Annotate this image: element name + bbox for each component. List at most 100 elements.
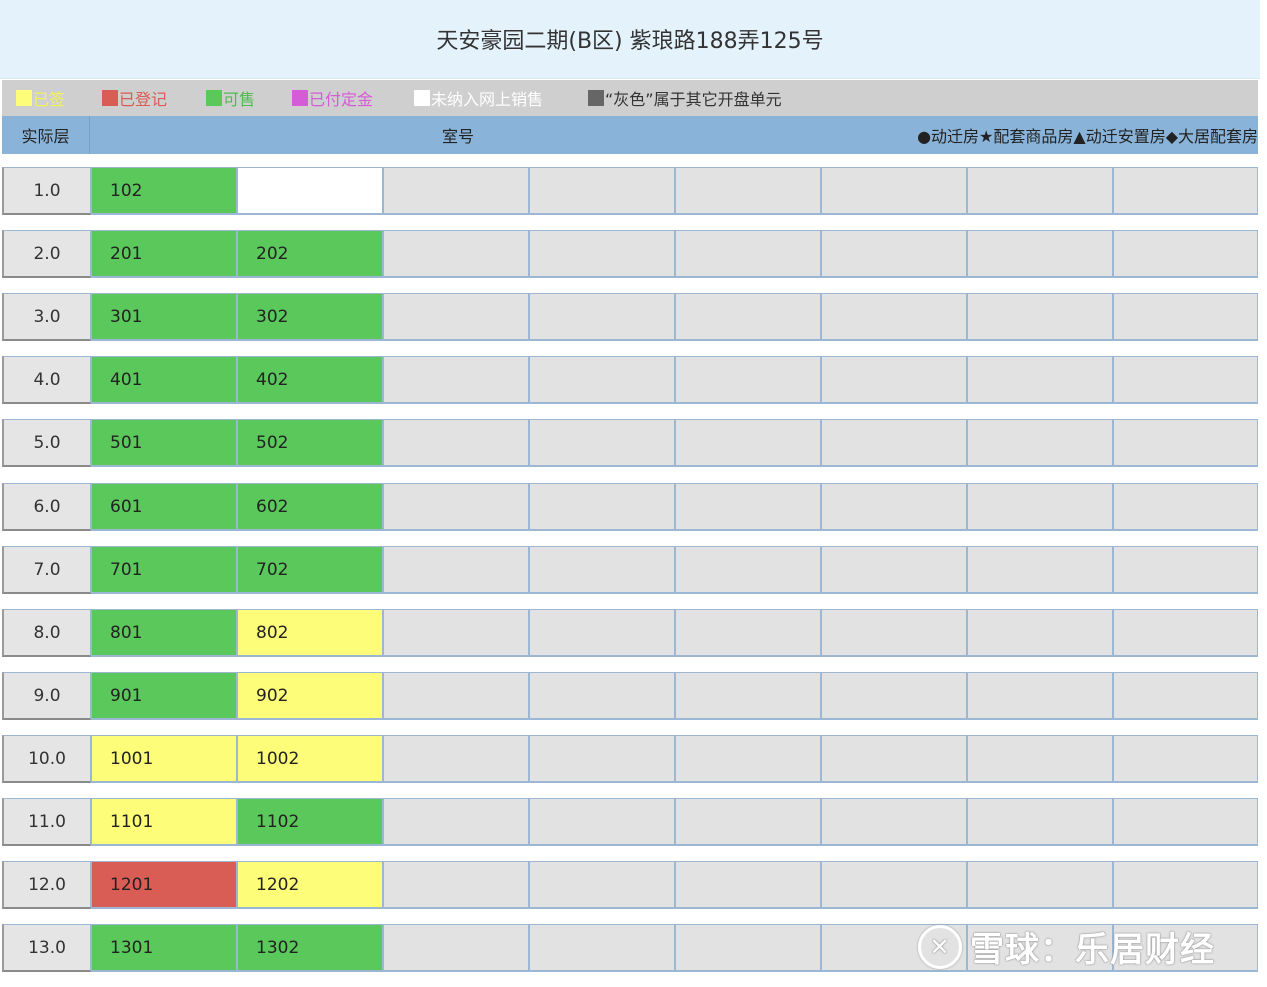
empty-cell xyxy=(1113,735,1258,783)
empty-cell xyxy=(1113,798,1258,846)
empty-cell xyxy=(967,672,1113,720)
empty-cell xyxy=(383,861,529,909)
floor-row: 10.0 1001 1002 xyxy=(2,735,1259,783)
room-cell[interactable]: 202 xyxy=(237,230,383,278)
empty-cell xyxy=(821,419,967,467)
legend-label: 已登记 xyxy=(119,90,168,109)
floor-row: 7.0 701 702 xyxy=(2,546,1259,594)
page-title: 天安豪园二期(B区) 紫琅路188弄125号 xyxy=(0,0,1260,79)
xueqiu-logo-icon: ✕ xyxy=(918,924,962,969)
empty-cell xyxy=(821,735,967,783)
empty-cell xyxy=(383,419,529,467)
room-cell[interactable]: 902 xyxy=(237,672,383,720)
empty-cell xyxy=(383,546,529,594)
room-cell[interactable]: 201 xyxy=(91,230,237,278)
empty-cell xyxy=(821,609,967,657)
empty-cell xyxy=(529,798,675,846)
empty-cell xyxy=(529,167,675,215)
empty-cell xyxy=(383,672,529,720)
room-cell[interactable]: 301 xyxy=(91,293,237,341)
floor-row: 12.0 1201 1202 xyxy=(2,861,1259,909)
empty-cell xyxy=(383,609,529,657)
legend-label: “灰色”属于其它开盘单元 xyxy=(605,90,782,109)
empty-cell xyxy=(967,609,1113,657)
floor-label: 5.0 xyxy=(2,419,91,467)
empty-cell xyxy=(383,230,529,278)
empty-cell xyxy=(675,167,821,215)
empty-cell xyxy=(967,293,1113,341)
floor-row: 11.0 1101 1102 xyxy=(2,798,1259,846)
empty-cell xyxy=(967,798,1113,846)
room-cell[interactable]: 1102 xyxy=(237,798,383,846)
room-cell[interactable]: 701 xyxy=(91,546,237,594)
empty-cell xyxy=(1113,609,1258,657)
empty-cell xyxy=(529,735,675,783)
legend-swatch xyxy=(414,90,430,106)
room-cell[interactable]: 502 xyxy=(237,419,383,467)
empty-cell xyxy=(675,230,821,278)
empty-cell xyxy=(529,609,675,657)
floor-label: 4.0 xyxy=(2,356,91,404)
room-cell[interactable]: 402 xyxy=(237,356,383,404)
room-cell[interactable]: 1201 xyxy=(91,861,237,909)
empty-cell xyxy=(675,798,821,846)
empty-cell xyxy=(1113,167,1258,215)
header-room: 室号 xyxy=(442,127,475,146)
legend-swatch xyxy=(292,90,308,106)
legend-item: 已登记 xyxy=(102,86,167,110)
room-cell[interactable]: 1002 xyxy=(237,735,383,783)
room-cell[interactable]: 1302 xyxy=(237,924,383,972)
empty-cell xyxy=(675,735,821,783)
room-cell[interactable]: 1202 xyxy=(237,861,383,909)
floor-row: 9.0 901 902 xyxy=(2,672,1259,720)
room-cell[interactable]: 802 xyxy=(237,609,383,657)
legend-swatch xyxy=(102,90,118,106)
header-floor: 实际层 xyxy=(2,116,90,154)
empty-cell xyxy=(1113,672,1258,720)
empty-cell xyxy=(821,672,967,720)
room-cell[interactable]: 1101 xyxy=(91,798,237,846)
room-cell[interactable]: 302 xyxy=(237,293,383,341)
empty-cell xyxy=(967,167,1113,215)
empty-cell xyxy=(529,483,675,531)
room-cell[interactable]: 1301 xyxy=(91,924,237,972)
room-cell[interactable]: 702 xyxy=(237,546,383,594)
room-cell[interactable]: 501 xyxy=(91,419,237,467)
legend-item: 已付定金 xyxy=(292,86,373,110)
empty-cell xyxy=(529,293,675,341)
room-cell[interactable]: 1001 xyxy=(91,735,237,783)
empty-cell xyxy=(529,356,675,404)
room-cell[interactable]: 801 xyxy=(91,609,237,657)
empty-cell xyxy=(967,356,1113,404)
floor-row: 6.0 601 602 xyxy=(2,483,1259,531)
empty-cell xyxy=(675,293,821,341)
empty-cell xyxy=(1113,419,1258,467)
empty-cell xyxy=(821,293,967,341)
legend-swatch xyxy=(16,90,32,106)
empty-cell xyxy=(1113,293,1258,341)
empty-cell xyxy=(529,546,675,594)
room-cell[interactable]: 602 xyxy=(237,483,383,531)
legend-label: 已付定金 xyxy=(309,90,374,109)
floor-label: 11.0 xyxy=(2,798,91,846)
floor-row: 8.0 801 802 xyxy=(2,609,1259,657)
empty-cell xyxy=(675,483,821,531)
empty-cell xyxy=(1113,861,1258,909)
room-cell[interactable]: 401 xyxy=(91,356,237,404)
empty-cell xyxy=(821,483,967,531)
empty-cell xyxy=(967,861,1113,909)
floor-label: 3.0 xyxy=(2,293,91,341)
room-cell[interactable]: 102 xyxy=(91,167,237,215)
empty-cell xyxy=(821,546,967,594)
empty-cell xyxy=(675,924,821,972)
floor-label: 8.0 xyxy=(2,609,91,657)
room-cell[interactable]: 601 xyxy=(91,483,237,531)
floor-label: 1.0 xyxy=(2,167,91,215)
room-cell[interactable] xyxy=(237,167,383,215)
room-cell[interactable]: 901 xyxy=(91,672,237,720)
legend-item: 未纳入网上销售 xyxy=(414,86,543,110)
empty-cell xyxy=(967,735,1113,783)
empty-cell xyxy=(1113,483,1258,531)
floor-label: 6.0 xyxy=(2,483,91,531)
floor-label: 10.0 xyxy=(2,735,91,783)
